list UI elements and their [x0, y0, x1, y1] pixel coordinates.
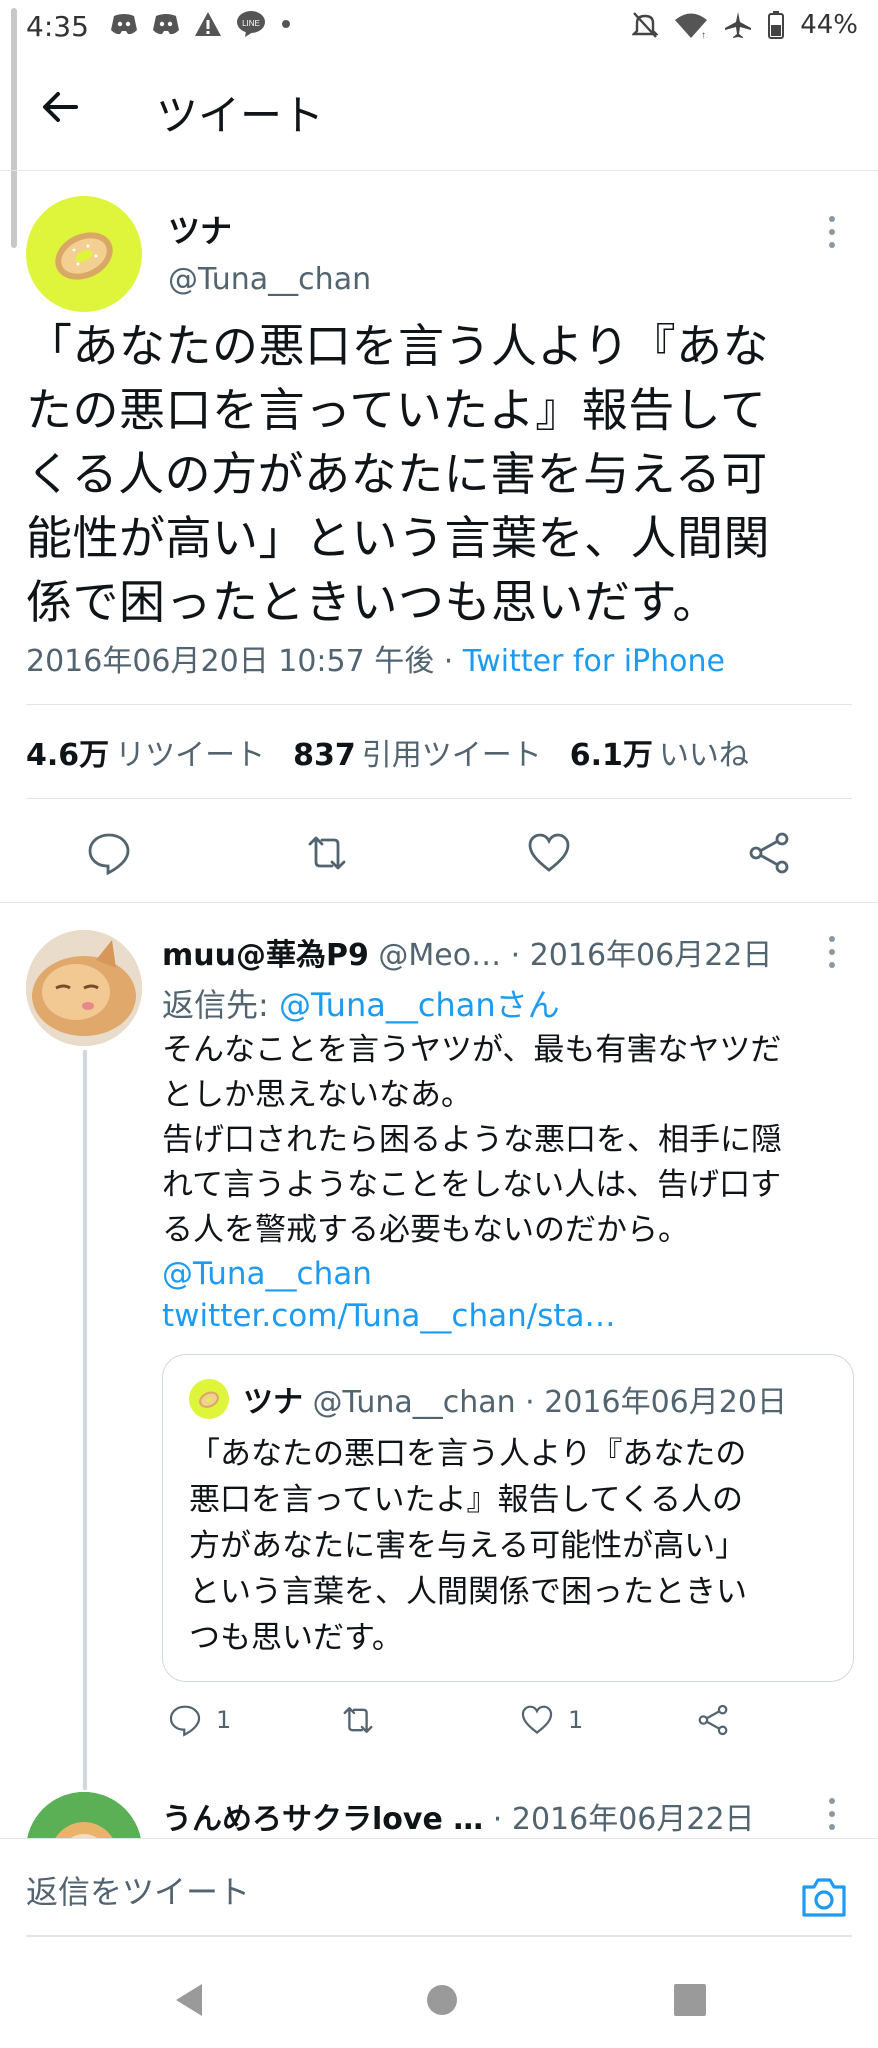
- reply-input[interactable]: 返信をツイート: [26, 1867, 250, 1913]
- mention-link[interactable]: @Tuna__chan: [162, 1256, 372, 1292]
- svg-text:LINE: LINE: [242, 19, 260, 28]
- like-count: 6.1万: [569, 738, 653, 773]
- cat-avatar-image: [26, 930, 142, 1046]
- tweet-actions: [0, 822, 878, 886]
- top-bar: ツイート: [0, 52, 878, 171]
- notification-icons: LINE: [110, 10, 292, 38]
- reply-date[interactable]: · 2016年06月22日: [501, 938, 773, 973]
- author-name[interactable]: ツナ: [168, 206, 232, 252]
- page-title: ツイート: [156, 91, 325, 140]
- warning-icon: [195, 12, 221, 36]
- retweet-icon[interactable]: [304, 830, 350, 876]
- reply-icon[interactable]: [86, 830, 132, 876]
- nav-back-icon[interactable]: [170, 1980, 210, 2020]
- battery-percent: 44%: [800, 10, 858, 40]
- more-options-icon[interactable]: [826, 934, 838, 970]
- back-arrow-icon[interactable]: [36, 82, 86, 132]
- system-nav-bar: [0, 1948, 878, 2048]
- meta-separator: ·: [434, 644, 463, 679]
- quote-count: 837: [293, 738, 356, 773]
- retweet-action[interactable]: [340, 1700, 376, 1740]
- reply-icon: [169, 1705, 201, 1737]
- battery-icon: [768, 11, 785, 39]
- more-options-icon[interactable]: [826, 1796, 838, 1832]
- camera-icon[interactable]: [800, 1875, 848, 1919]
- reply-text: そんなことを言うヤツが、最も有害なヤツだ としか思えないなあ。 告げ口されたら困…: [162, 1032, 782, 1248]
- tweet-source[interactable]: Twitter for iPhone: [463, 644, 725, 679]
- retweet-label: リツイート: [115, 738, 266, 773]
- quoted-author-avatar: [189, 1379, 229, 1419]
- quoted-tweet-card[interactable]: ツナ @Tuna__chan · 2016年06月20日 「あなたの悪口を言う人…: [162, 1354, 854, 1682]
- next-reply-author-name[interactable]: うんめろサクラlove …: [162, 1802, 483, 1837]
- like-label: いいね: [658, 738, 749, 773]
- reply-author-handle[interactable]: @Meo…: [378, 938, 501, 973]
- quoted-author-handle: @Tuna__chan: [312, 1385, 516, 1420]
- tweet-timestamp[interactable]: 2016年06月20日 10:57 午後: [26, 644, 434, 679]
- mute-icon: [632, 12, 659, 38]
- retweet-stat[interactable]: 4.6万 リツイート: [26, 730, 265, 774]
- tweet-stats: 4.6万 リツイート 837 引用ツイート 6.1万 いいね: [26, 730, 749, 774]
- quoted-header: ツナ @Tuna__chan · 2016年06月20日: [243, 1377, 787, 1421]
- retweet-icon: [343, 1707, 373, 1733]
- reply-header: muu@華為P9 @Meo… · 2016年06月22日: [162, 930, 812, 974]
- like-stat[interactable]: 6.1万 いいね: [570, 730, 749, 774]
- reply-action[interactable]: 1: [168, 1700, 231, 1740]
- author-avatar[interactable]: [26, 196, 142, 312]
- reply-to-prefix: 返信先:: [162, 986, 279, 1024]
- share-icon[interactable]: [746, 830, 792, 876]
- quoted-author-name: ツナ: [243, 1385, 303, 1420]
- thread-line: [83, 1050, 87, 1790]
- quote-label: 引用ツイート: [361, 738, 542, 773]
- reply-author-name[interactable]: muu@華為P9: [162, 938, 369, 973]
- discord-icon: [153, 14, 179, 35]
- share-action[interactable]: [696, 1700, 730, 1740]
- divider: [26, 704, 852, 705]
- status-bar: 4:35 LINE ↑↓ 44%: [0, 0, 878, 248]
- next-reply-date[interactable]: · 2016年06月22日: [483, 1802, 755, 1837]
- airplane-icon: [725, 12, 752, 38]
- divider: [26, 798, 852, 799]
- reply-to-link[interactable]: @Tuna__chanさん: [279, 986, 560, 1024]
- input-underline: [26, 1935, 852, 1937]
- like-count: 1: [568, 1706, 584, 1734]
- quote-stat[interactable]: 837 引用ツイート: [293, 730, 542, 774]
- more-options-icon[interactable]: [826, 214, 838, 250]
- tweet-meta: 2016年06月20日 10:57 午後 · Twitter for iPhon…: [26, 636, 725, 680]
- like-icon: [521, 1705, 553, 1734]
- next-reply-header: うんめろサクラlove … · 2016年06月22日: [162, 1794, 755, 1838]
- reply-actions: 1 1: [162, 1700, 852, 1750]
- status-time: 4:35: [26, 10, 89, 43]
- divider: [0, 902, 878, 903]
- svg-text:↑↓: ↑↓: [701, 30, 708, 39]
- bagel-icon: [55, 232, 113, 280]
- discord-icon: [111, 14, 137, 35]
- share-icon: [698, 1704, 728, 1736]
- reply-composer-bar: 返信をツイート: [0, 1838, 878, 1949]
- system-icons: ↑↓ 44%: [632, 10, 858, 40]
- wifi-icon: ↑↓: [675, 13, 708, 39]
- nav-home-icon[interactable]: [422, 1980, 462, 2020]
- nav-recents-icon[interactable]: [670, 1980, 710, 2020]
- reply-author-avatar[interactable]: [26, 930, 142, 1046]
- like-action[interactable]: 1: [520, 1700, 583, 1740]
- bagel-icon: [199, 1391, 219, 1408]
- quoted-date: · 2016年06月20日: [515, 1385, 787, 1420]
- tweet-text: 「あなたの悪口を言う人より『あな たの悪口を言っていたよ』報告して くる人の方が…: [26, 319, 770, 629]
- reply-to-line: 返信先: @Tuna__chanさん: [162, 980, 560, 1026]
- reply-count: 1: [216, 1706, 232, 1734]
- like-icon[interactable]: [526, 830, 572, 876]
- author-handle[interactable]: @Tuna__chan: [168, 262, 371, 297]
- tweet-url-link[interactable]: twitter.com/Tuna__chan/sta…: [162, 1298, 616, 1334]
- line-icon: LINE: [237, 11, 265, 37]
- retweet-count: 4.6万: [26, 738, 110, 773]
- dot-icon: [282, 20, 290, 28]
- quoted-text: 「あなたの悪口を言う人より『あなたの 悪口を言っていたよ』報告してくる人の 方が…: [189, 1436, 747, 1656]
